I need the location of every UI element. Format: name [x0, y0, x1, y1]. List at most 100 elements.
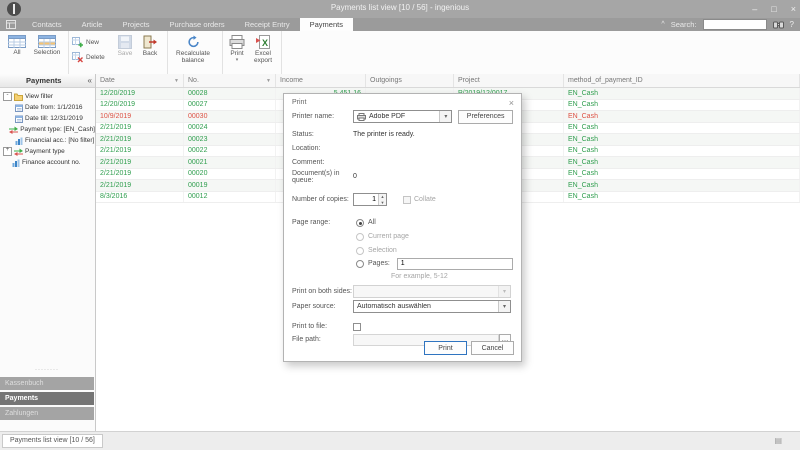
table-selection-icon — [38, 35, 56, 48]
radio-pages[interactable] — [356, 260, 364, 268]
cell-no: 00019 — [184, 180, 276, 191]
panel-kassenbuch[interactable]: Kassenbuch — [0, 377, 94, 390]
all-button[interactable]: All — [3, 33, 31, 64]
tree-item-payment-type[interactable]: + Payment type — [0, 146, 95, 157]
filter-tree: - View filter Date from: 1/1/2016 — [0, 88, 95, 168]
cell-no: 00024 — [184, 123, 276, 134]
document-tab[interactable]: Payments list view [10 / 56] — [2, 434, 103, 448]
filter-icon[interactable]: ▼ — [174, 78, 179, 84]
app-menu-button[interactable] — [0, 18, 22, 31]
calendar-icon — [15, 104, 23, 112]
tree-item-finance-account-no[interactable]: Finance account no. — [0, 157, 95, 168]
app-menu-icon — [6, 20, 16, 29]
printer-icon — [357, 113, 366, 121]
dialog-close-icon[interactable]: × — [509, 98, 514, 108]
collate-checkbox[interactable] — [403, 196, 411, 204]
column-header-method-of-payment[interactable]: method_of_payment_ID — [564, 74, 800, 87]
save-icon — [118, 35, 132, 49]
copies-input[interactable] — [354, 194, 378, 205]
cell-method: EN_Cash — [564, 111, 800, 122]
tree-item-date-till[interactable]: Date till: 12/31/2019 — [0, 113, 95, 124]
close-button[interactable]: × — [791, 4, 796, 14]
panel-payments[interactable]: Payments — [0, 392, 94, 405]
print-dropdown-arrow[interactable]: ▾ — [236, 58, 239, 62]
window-title: Payments list view [10 / 56] - ingenious — [0, 3, 800, 12]
payment-type-icon — [9, 126, 18, 134]
ribbon-group-display: All Selection — [0, 31, 69, 74]
collapse-sidebar-button[interactable]: « — [88, 76, 95, 85]
tab-article[interactable]: Article — [72, 18, 113, 31]
tree-item-view-filter[interactable]: - View filter — [0, 91, 95, 102]
paper-source-value: Automatisch auswählen — [357, 303, 431, 310]
range-pages-label: Pages: — [368, 260, 390, 267]
excel-export-button[interactable]: X Excel export — [250, 33, 276, 64]
print-button[interactable]: Print — [424, 341, 467, 355]
table-all-icon — [8, 35, 26, 48]
save-button[interactable]: Save — [114, 33, 136, 64]
tab-projects[interactable]: Projects — [112, 18, 159, 31]
cell-no: 00022 — [184, 146, 276, 157]
radio-all[interactable] — [356, 219, 364, 227]
cancel-button[interactable]: Cancel — [471, 341, 514, 355]
tab-contacts[interactable]: Contacts — [22, 18, 72, 31]
copies-label: Number of copies: — [292, 196, 353, 203]
tree-item-financial-acc-filter[interactable]: Financial acc.: [No filter] — [0, 135, 95, 146]
column-header-date[interactable]: Date ▼ — [96, 74, 184, 87]
collapse-ribbon-icon[interactable]: ^ — [661, 21, 664, 28]
delete-button[interactable]: Delete — [72, 52, 112, 63]
maximize-button[interactable]: □ — [771, 4, 776, 14]
sidebar-panel-buttons: Kassenbuch Payments Zahlungen — [0, 377, 94, 422]
dialog-title: Print — [292, 99, 306, 106]
minimize-button[interactable]: – — [752, 4, 757, 14]
paper-source-select[interactable]: Automatisch auswählen ▾ — [353, 300, 511, 313]
cell-no: 00023 — [184, 134, 276, 145]
column-header-income[interactable]: Income — [276, 74, 366, 87]
statusbar: Payments list view [10 / 56] ▤ — [0, 431, 800, 450]
cell-no: 00012 — [184, 192, 276, 203]
layout-grip-icon[interactable]: ▤ — [774, 436, 782, 446]
combo-arrow-icon[interactable]: ▾ — [439, 111, 451, 122]
column-header-project[interactable]: Project — [454, 74, 564, 87]
print-to-file-checkbox[interactable] — [353, 323, 361, 331]
tab-receipt-entry[interactable]: Receipt Entry — [235, 18, 300, 31]
expander-plus-icon[interactable]: + — [3, 147, 12, 156]
table-header: Date ▼ No. ▼ Income Outgoings Project me… — [96, 74, 800, 88]
new-button[interactable]: New — [72, 37, 112, 48]
panel-zahlungen[interactable]: Zahlungen — [0, 407, 94, 420]
delete-icon — [72, 52, 83, 63]
tree-item-date-from[interactable]: Date from: 1/1/2016 — [0, 102, 95, 113]
cell-method: EN_Cash — [564, 88, 800, 99]
cell-date: 2/21/2019 — [96, 134, 184, 145]
splitter-handle[interactable]: ········ — [0, 366, 94, 374]
tab-purchase-orders[interactable]: Purchase orders — [160, 18, 235, 31]
titlebar: Payments list view [10 / 56] - ingenious… — [0, 0, 800, 18]
find-icon[interactable] — [773, 20, 784, 29]
recalculate-balance-button[interactable]: Recalculate balance — [171, 33, 215, 64]
cell-date: 2/21/2019 — [96, 169, 184, 180]
spin-down-icon[interactable]: ▼ — [379, 200, 386, 206]
cell-no: 00027 — [184, 100, 276, 111]
preferences-button[interactable]: Preferences — [458, 110, 513, 124]
radio-selection[interactable] — [356, 247, 364, 255]
column-header-outgoings[interactable]: Outgoings — [366, 74, 454, 87]
print-ribbon-button[interactable]: Print ▾ — [226, 33, 248, 64]
both-sides-select[interactable]: ▾ — [353, 285, 511, 298]
search-input[interactable] — [703, 19, 767, 30]
expander-minus-icon[interactable]: - — [3, 92, 12, 101]
back-button[interactable]: Back — [138, 33, 162, 64]
printer-name-combo[interactable]: Adobe PDF ▾ — [353, 110, 452, 123]
both-sides-label: Print on both sides: — [292, 288, 353, 295]
filter-icon[interactable]: ▼ — [266, 78, 271, 84]
ribbon-tab-row: Contacts Article Projects Purchase order… — [0, 18, 800, 31]
copies-spinner[interactable]: ▲ ▼ — [353, 193, 387, 206]
selection-button[interactable]: Selection — [33, 33, 61, 64]
radio-current-page[interactable] — [356, 233, 364, 241]
pages-input[interactable] — [397, 258, 513, 270]
tree-item-payment-type-filter[interactable]: Payment type: [EN_Cash] — [0, 124, 95, 135]
print-dialog: Print × Printer name: Adobe PDF ▾ Prefer… — [283, 93, 522, 362]
column-header-no[interactable]: No. ▼ — [184, 74, 276, 87]
help-icon[interactable]: ? — [790, 20, 794, 29]
printer-icon — [229, 35, 245, 49]
combo-arrow-icon[interactable]: ▾ — [498, 301, 510, 312]
tab-payments[interactable]: Payments — [300, 18, 353, 31]
